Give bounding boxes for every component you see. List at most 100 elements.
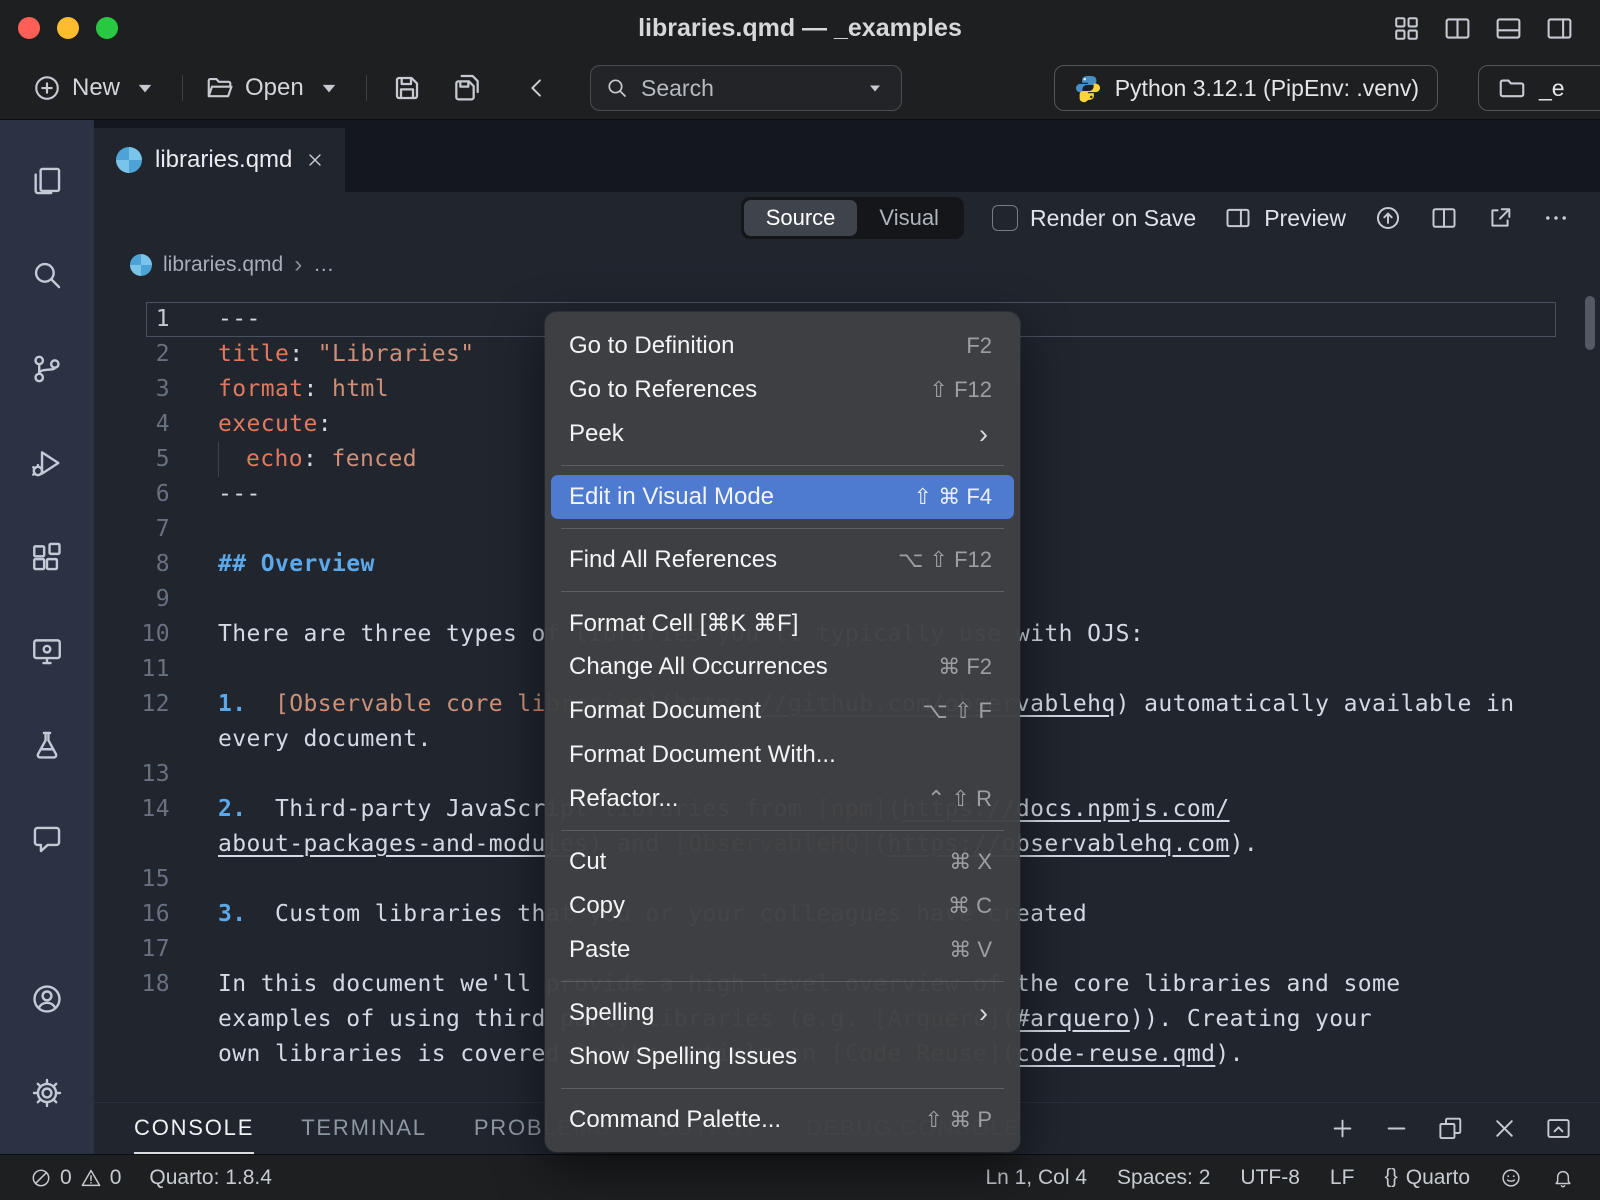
menu-item-go-to-references[interactable]: Go to References⇧ F12 <box>551 368 1014 412</box>
back-icon[interactable] <box>523 74 551 102</box>
code-text: title: "Libraries" <box>190 337 474 372</box>
status-problems[interactable]: 00 <box>30 1166 121 1190</box>
visual-mode-button[interactable]: Visual <box>857 200 961 236</box>
menu-item-format-cell-k-f[interactable]: Format Cell [⌘K ⌘F] <box>551 601 1014 645</box>
maximize-panel-icon[interactable] <box>1545 1115 1572 1142</box>
menu-item-copy[interactable]: Copy⌘ C <box>551 884 1014 928</box>
customize-layout-button[interactable] <box>1392 14 1421 43</box>
context-menu: Go to DefinitionF2Go to References⇧ F12P… <box>545 312 1020 1152</box>
status-indentation[interactable]: Spaces: 2 <box>1117 1166 1210 1190</box>
menu-item-change-all-occurrences[interactable]: Change All Occurrences⌘ F2 <box>551 645 1014 689</box>
split-editor-icon[interactable] <box>1430 204 1458 232</box>
menu-item-show-spelling-issues[interactable]: Show Spelling Issues <box>551 1035 1014 1079</box>
line-number: 3 <box>94 372 190 407</box>
more-actions-icon[interactable] <box>1542 204 1570 232</box>
workspace-selector[interactable]: _e <box>1478 65 1600 111</box>
activity-settings[interactable] <box>0 1046 94 1140</box>
menu-item-find-all-references[interactable]: Find All References⌥ ⇧ F12 <box>551 538 1014 582</box>
menu-item-command-palette[interactable]: Command Palette...⇧ ⌘ P <box>551 1098 1014 1142</box>
line-number: 4 <box>94 407 190 442</box>
breadcrumb[interactable]: libraries.qmd › … <box>94 244 1600 286</box>
save-icon[interactable] <box>377 72 437 104</box>
activity-search[interactable] <box>0 228 94 322</box>
split-editor-button[interactable] <box>1443 14 1472 43</box>
panel-button[interactable] <box>1494 14 1523 43</box>
menu-item-refactor[interactable]: Refactor...⌃ ⇧ R <box>551 777 1014 821</box>
breadcrumb-file[interactable]: libraries.qmd <box>163 253 283 277</box>
code-text <box>190 652 218 687</box>
preview-button[interactable]: Preview <box>1224 204 1346 232</box>
menu-item-cut[interactable]: Cut⌘ X <box>551 840 1014 884</box>
code-text: --- <box>190 477 261 512</box>
zoom-button[interactable] <box>96 17 118 39</box>
menu-item-peek[interactable]: Peek› <box>551 412 1014 456</box>
render-icon[interactable] <box>1374 204 1402 232</box>
error-icon <box>30 1167 52 1189</box>
render-on-save-checkbox[interactable] <box>992 205 1018 231</box>
line-number: 8 <box>94 547 190 582</box>
open-external-icon[interactable] <box>1486 204 1514 232</box>
activity-files[interactable] <box>0 134 94 228</box>
status-quarto-version[interactable]: Quarto: 1.8.4 <box>149 1166 272 1190</box>
search-icon <box>605 76 629 100</box>
status-notifications[interactable] <box>1552 1167 1574 1189</box>
search-input[interactable]: Search <box>590 65 902 111</box>
source-mode-button[interactable]: Source <box>744 200 858 236</box>
panel-tab-console[interactable]: CONSOLE <box>134 1103 254 1154</box>
code-text: ## Overview <box>190 547 375 582</box>
code-text: --- <box>190 302 261 337</box>
status-feedback[interactable] <box>1500 1167 1522 1189</box>
code-text <box>190 582 218 617</box>
breadcrumb-separator: › <box>294 251 302 279</box>
menu-item-spelling[interactable]: Spelling› <box>551 991 1014 1035</box>
line-number: 16 <box>94 897 190 932</box>
chevron-down-icon <box>314 73 344 103</box>
menu-separator <box>561 830 1004 831</box>
account-icon <box>30 982 64 1016</box>
line-number: 14 <box>94 792 190 827</box>
close-button[interactable] <box>18 17 40 39</box>
workspace-label: _e <box>1539 75 1565 102</box>
save-all-icon[interactable] <box>437 72 497 104</box>
line-number <box>94 1002 190 1037</box>
status-eol[interactable]: LF <box>1330 1166 1355 1190</box>
tab-libraries-qmd[interactable]: libraries.qmd <box>94 128 345 192</box>
status-language-mode[interactable]: {}Quarto <box>1384 1166 1470 1190</box>
restore-icon[interactable] <box>1437 1115 1464 1142</box>
activity-testing[interactable] <box>0 698 94 792</box>
menu-item-format-document-with[interactable]: Format Document With... <box>551 733 1014 777</box>
secondary-sidebar-button[interactable] <box>1545 14 1574 43</box>
search-icon <box>30 258 64 292</box>
add-circle-icon <box>32 73 62 103</box>
code-text: every document. <box>190 722 432 757</box>
close-tab-icon[interactable] <box>305 150 325 170</box>
activity-chat[interactable] <box>0 792 94 886</box>
breadcrumb-ellipsis[interactable]: … <box>313 253 334 277</box>
interpreter-selector[interactable]: Python 3.12.1 (PipEnv: .venv) <box>1054 65 1438 111</box>
status-encoding[interactable]: UTF-8 <box>1240 1166 1300 1190</box>
scrollbar-thumb[interactable] <box>1585 296 1595 350</box>
menu-separator <box>561 1088 1004 1089</box>
line-number <box>94 827 190 862</box>
activity-preview[interactable] <box>0 604 94 698</box>
menu-item-paste[interactable]: Paste⌘ V <box>551 928 1014 972</box>
menu-item-go-to-definition[interactable]: Go to DefinitionF2 <box>551 324 1014 368</box>
activity-account[interactable] <box>0 952 94 1046</box>
activity-run-debug[interactable] <box>0 416 94 510</box>
menu-separator <box>561 465 1004 466</box>
panel-tab-terminal[interactable]: TERMINAL <box>301 1103 427 1154</box>
activity-source-control[interactable] <box>0 322 94 416</box>
menu-item-format-document[interactable]: Format Document⌥ ⇧ F <box>551 689 1014 733</box>
menu-item-edit-in-visual-mode[interactable]: Edit in Visual Mode⇧ ⌘ F4 <box>551 475 1014 519</box>
close-icon[interactable] <box>1491 1115 1518 1142</box>
activity-extensions[interactable] <box>0 510 94 604</box>
status-cursor-position[interactable]: Ln 1, Col 4 <box>985 1166 1087 1190</box>
minimize-icon[interactable] <box>1383 1115 1410 1142</box>
plus-icon[interactable] <box>1329 1115 1356 1142</box>
line-number: 18 <box>94 967 190 1002</box>
minimize-button[interactable] <box>57 17 79 39</box>
open-button[interactable]: Open <box>193 73 356 103</box>
new-button[interactable]: New <box>20 73 172 103</box>
menu-separator <box>561 591 1004 592</box>
warning-icon <box>80 1167 102 1189</box>
